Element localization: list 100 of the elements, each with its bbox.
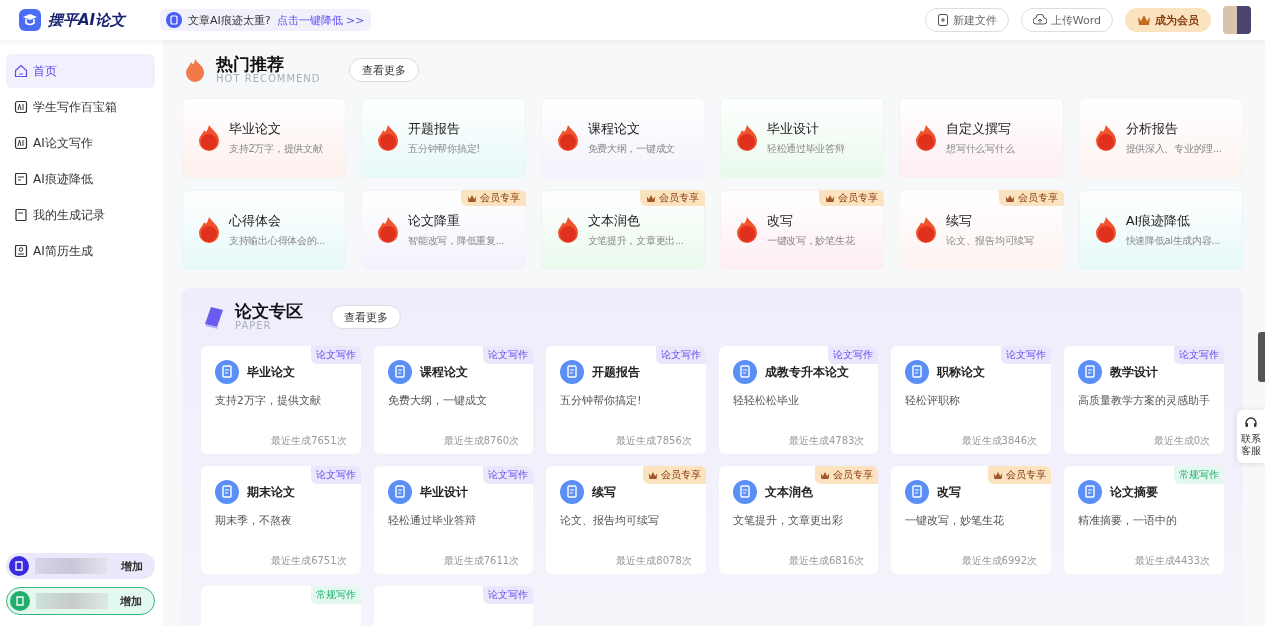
feature-card[interactable]: 开题报告 五分钟帮你搞定! (361, 98, 526, 178)
paper-card[interactable]: 论文写作 (373, 586, 534, 626)
tag-text: 论文写作 (488, 468, 529, 482)
paper-card[interactable]: 论文写作 职称论文 轻松评职称 最近生成3846次 (891, 346, 1051, 454)
usage-count: 最近生成4433次 (1134, 554, 1210, 568)
paper-card[interactable]: 论文写作 毕业论文 支持2万字，提供文献 最近生成7651次 (201, 346, 361, 454)
badge-text: 会员专享 (659, 191, 699, 205)
tag-text: 论文写作 (833, 348, 874, 362)
card-title: 毕业设计 (767, 120, 820, 138)
card-title: 课程论文 (587, 120, 641, 138)
sidebar-item[interactable]: AI简历生成 (6, 234, 155, 268)
sidebar-item[interactable]: 学生写作百宝箱 (6, 90, 155, 124)
add-link[interactable]: 增加 (120, 593, 142, 609)
paper-card[interactable]: 会员专享 改写 一键改写，妙笔生花 最近生成6992次 (891, 466, 1051, 574)
usage-count: 最近生成8078次 (616, 554, 692, 568)
sidebar-item[interactable]: 首页 (6, 54, 155, 88)
feature-card[interactable]: 毕业论文 支持2万字，提供文献 (182, 98, 347, 178)
card-description: 期末季，不熬夜 (215, 514, 293, 528)
tag-text: 论文写作 (660, 348, 701, 362)
card-title: 开题报告 (592, 363, 641, 381)
paper-card[interactable]: 会员专享 文本润色 文笔提升，文章更出彩 最近生成6816次 (718, 466, 879, 574)
add-link[interactable]: 增加 (121, 558, 143, 574)
usage-count: 最近生成6992次 (961, 554, 1037, 568)
card-description: 精准摘要，一语中的 (1078, 514, 1178, 528)
card-description: 五分钟帮你搞定! (408, 142, 480, 156)
card-description: 轻松评职称 (905, 394, 962, 408)
card-description: 文笔提升，文章更出彩 (732, 514, 844, 528)
feature-card[interactable]: 会员专享 论文降重 智能改写，降低重复... (361, 190, 526, 270)
paper-card[interactable]: 论文写作 毕业设计 轻松通过毕业答辩 最近生成7611次 (373, 466, 534, 574)
feature-card[interactable]: 毕业设计 轻松通过毕业答辩 (720, 98, 885, 178)
feature-card[interactable]: 分析报告 提供深入、专业的理... (1078, 98, 1243, 178)
card-description: 高质量教学方案的灵感助手 (1078, 394, 1210, 408)
paper-card[interactable]: 论文写作 开题报告 五分钟帮你搞定! 最近生成7856次 (546, 346, 706, 454)
card-title: 成教专升本论文 (764, 363, 849, 381)
tag-text: 论文写作 (1179, 348, 1219, 362)
usage-count: 最近生成0次 (1153, 434, 1210, 448)
card-title: 毕业设计 (419, 483, 468, 501)
tag-text: 会员专享 (1006, 468, 1046, 482)
feature-card[interactable]: 课程论文 免费大纲，一键成文 (540, 98, 705, 178)
card-title: AI痕迹降低 (1125, 212, 1192, 230)
card-title: 续写 (946, 212, 974, 230)
customer-service-button[interactable]: 联系客服 (1237, 410, 1265, 463)
usage-count: 最近生成7856次 (616, 434, 692, 448)
tag-text: 常规写作 (1179, 468, 1219, 482)
card-title: 课程论文 (419, 363, 468, 381)
membership-button[interactable]: 成为会员 (1125, 8, 1211, 32)
card-title: 文本润色 (764, 483, 813, 501)
card-description: 支持输出心得体会的... (229, 234, 325, 248)
card-title: 文本润色 (587, 212, 641, 230)
card-title: 期末论文 (247, 483, 295, 501)
card-description: 五分钟帮你搞定! (560, 394, 643, 408)
feature-card[interactable]: 会员专享 改写 一键改写，妙笔生花 (720, 190, 885, 270)
section-subtitle: PAPER (235, 321, 273, 331)
paper-card[interactable]: 论文写作 成教专升本论文 轻轻松松毕业 最近生成4783次 (718, 346, 879, 454)
tag-text: 论文写作 (488, 348, 529, 362)
sidebar-item[interactable]: 我的生成记录 (6, 198, 155, 232)
feature-card[interactable]: AI痕迹降低 快速降低ai生成内容... (1078, 190, 1243, 270)
paper-card[interactable]: 常规写作 论文摘要 精准摘要，一语中的 最近生成4433次 (1064, 466, 1224, 574)
card-title: 续写 (592, 483, 617, 501)
badge-text: 会员专享 (479, 191, 520, 205)
paper-card[interactable]: 会员专享 续写 论文、报告均可续写 最近生成8078次 (546, 466, 706, 574)
reduce-link[interactable]: 点击一键降低 >> (276, 12, 365, 28)
tag-text: 会员专享 (833, 468, 874, 482)
card-description: 免费大纲，一键成文 (387, 394, 488, 408)
feature-card[interactable]: 会员专享 续写 论文、报告均可续写 (899, 190, 1064, 270)
new-file-button[interactable]: 新建文件 (924, 8, 1009, 32)
tag-text: 论文写作 (315, 348, 356, 362)
card-description: 轻松通过毕业答辩 (767, 142, 845, 156)
card-title: 改写 (937, 483, 962, 501)
card-title: 开题报告 (408, 120, 462, 138)
tag-text: 论文写作 (1006, 348, 1046, 362)
paper-card[interactable]: 论文写作 期末论文 期末季，不熬夜 最近生成6751次 (201, 466, 361, 574)
card-description: 智能改写，降低重复... (408, 234, 505, 248)
card-title: 分析报告 (1125, 120, 1179, 138)
card-description: 想写什么写什么 (946, 142, 1015, 156)
card-title: 心得体会 (229, 212, 282, 230)
sidebar-item[interactable]: AI论文写作 (6, 126, 155, 160)
card-title: 职称论文 (937, 363, 986, 381)
card-description: 轻松通过毕业答辩 (387, 514, 477, 528)
badge-text: 会员专享 (838, 191, 879, 205)
card-description: 支持2万字，提供文献 (215, 394, 322, 408)
notice-text: 文章AI痕迹太重? (188, 12, 271, 28)
section-title: 论文专区 (235, 303, 303, 320)
card-title: 教学设计 (1110, 363, 1158, 381)
feature-card[interactable]: 心得体会 支持输出心得体会的... (182, 190, 347, 270)
feature-card[interactable]: 会员专享 文本润色 文笔提升，文章更出... (540, 190, 705, 270)
paper-card[interactable]: 论文写作 教学设计 高质量教学方案的灵感助手 最近生成0次 (1064, 346, 1224, 454)
sidebar-item[interactable]: AI痕迹降低 (6, 162, 155, 196)
view-more-button[interactable]: 查看更多 (331, 305, 401, 329)
upload-button[interactable]: 上传Word (1020, 8, 1113, 32)
section-title: 热门推荐 (216, 56, 284, 73)
card-description: 论文、报告均可续写 (946, 234, 1034, 248)
view-more-button[interactable]: 查看更多 (348, 58, 419, 82)
usage-count: 最近生成6751次 (271, 554, 347, 568)
card-title: 论文摘要 (1110, 483, 1158, 501)
card-description: 论文、报告均可续写 (560, 514, 661, 528)
tag-text: 常规写作 (315, 588, 356, 602)
feature-card[interactable]: 自定义撰写 想写什么写什么 (899, 98, 1064, 178)
card-description: 免费大纲，一键成文 (587, 142, 675, 156)
paper-card[interactable]: 论文写作 课程论文 免费大纲，一键成文 最近生成8760次 (373, 346, 534, 454)
